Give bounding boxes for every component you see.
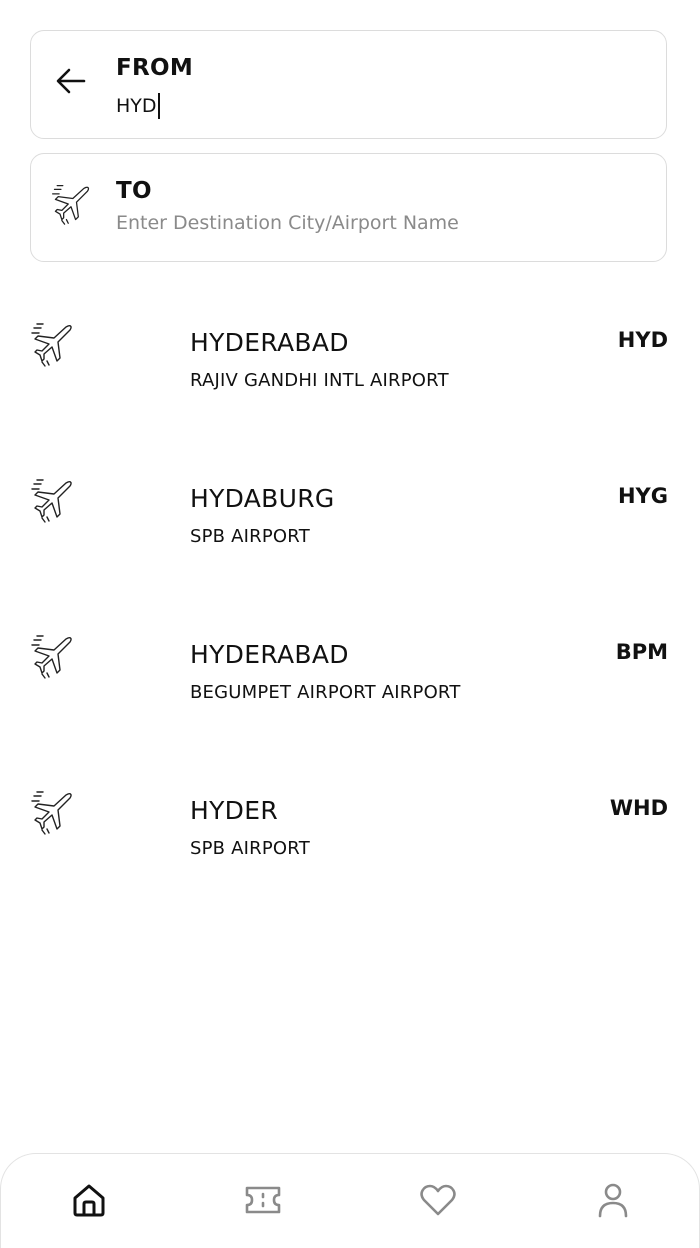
from-field[interactable]: FROM HYD	[30, 30, 667, 139]
plane-icon	[28, 632, 76, 680]
nav-home[interactable]	[67, 1180, 111, 1224]
airport-results-list: HYDERABAD RAJIV GANDHI INTL AIRPORT HYD	[0, 300, 700, 924]
airport-code: WHD	[609, 796, 668, 820]
city-name: HYDABURG	[190, 484, 335, 513]
text-caret	[157, 93, 160, 119]
from-label: FROM	[116, 55, 194, 81]
to-input[interactable]	[116, 212, 636, 234]
plane-icon	[28, 788, 76, 836]
plane-icon	[28, 476, 76, 524]
list-item[interactable]: HYDABURG SPB AIRPORT HYG	[0, 456, 700, 612]
takeoff-plane-icon	[49, 182, 93, 226]
heart-icon	[419, 1183, 457, 1221]
to-field[interactable]: TO	[30, 153, 667, 262]
from-input-value: HYD	[116, 95, 157, 117]
airport-code: HYD	[617, 328, 668, 352]
list-item[interactable]: HYDERABAD RAJIV GANDHI INTL AIRPORT HYD	[0, 300, 700, 456]
airport-name: RAJIV GANDHI INTL AIRPORT	[190, 370, 449, 391]
city-name: HYDER	[190, 796, 278, 825]
city-name: HYDERABAD	[190, 328, 349, 357]
nav-profile[interactable]	[591, 1180, 635, 1224]
profile-icon	[596, 1181, 630, 1223]
airport-name: SPB AIRPORT	[190, 838, 310, 859]
plane-icon	[28, 320, 76, 368]
nav-favorites[interactable]	[416, 1180, 460, 1224]
ticket-icon	[243, 1183, 283, 1221]
nav-tickets[interactable]	[241, 1180, 285, 1224]
list-item[interactable]: HYDERABAD BEGUMPET AIRPORT AIRPORT BPM	[0, 612, 700, 768]
from-input[interactable]: HYD	[116, 93, 160, 119]
city-name: HYDERABAD	[190, 640, 349, 669]
airport-code: HYG	[617, 484, 668, 508]
list-item[interactable]: HYDER SPB AIRPORT WHD	[0, 768, 700, 924]
airport-name: SPB AIRPORT	[190, 526, 310, 547]
airport-code: BPM	[615, 640, 668, 664]
airport-name: BEGUMPET AIRPORT AIRPORT	[190, 682, 461, 703]
back-arrow-icon[interactable]	[49, 59, 93, 103]
home-icon	[70, 1181, 108, 1223]
airport-search-screen: FROM HYD TO Enter Destination City/Airpo…	[0, 0, 700, 1248]
to-label: TO	[116, 178, 152, 204]
bottom-navigation	[0, 1153, 700, 1248]
